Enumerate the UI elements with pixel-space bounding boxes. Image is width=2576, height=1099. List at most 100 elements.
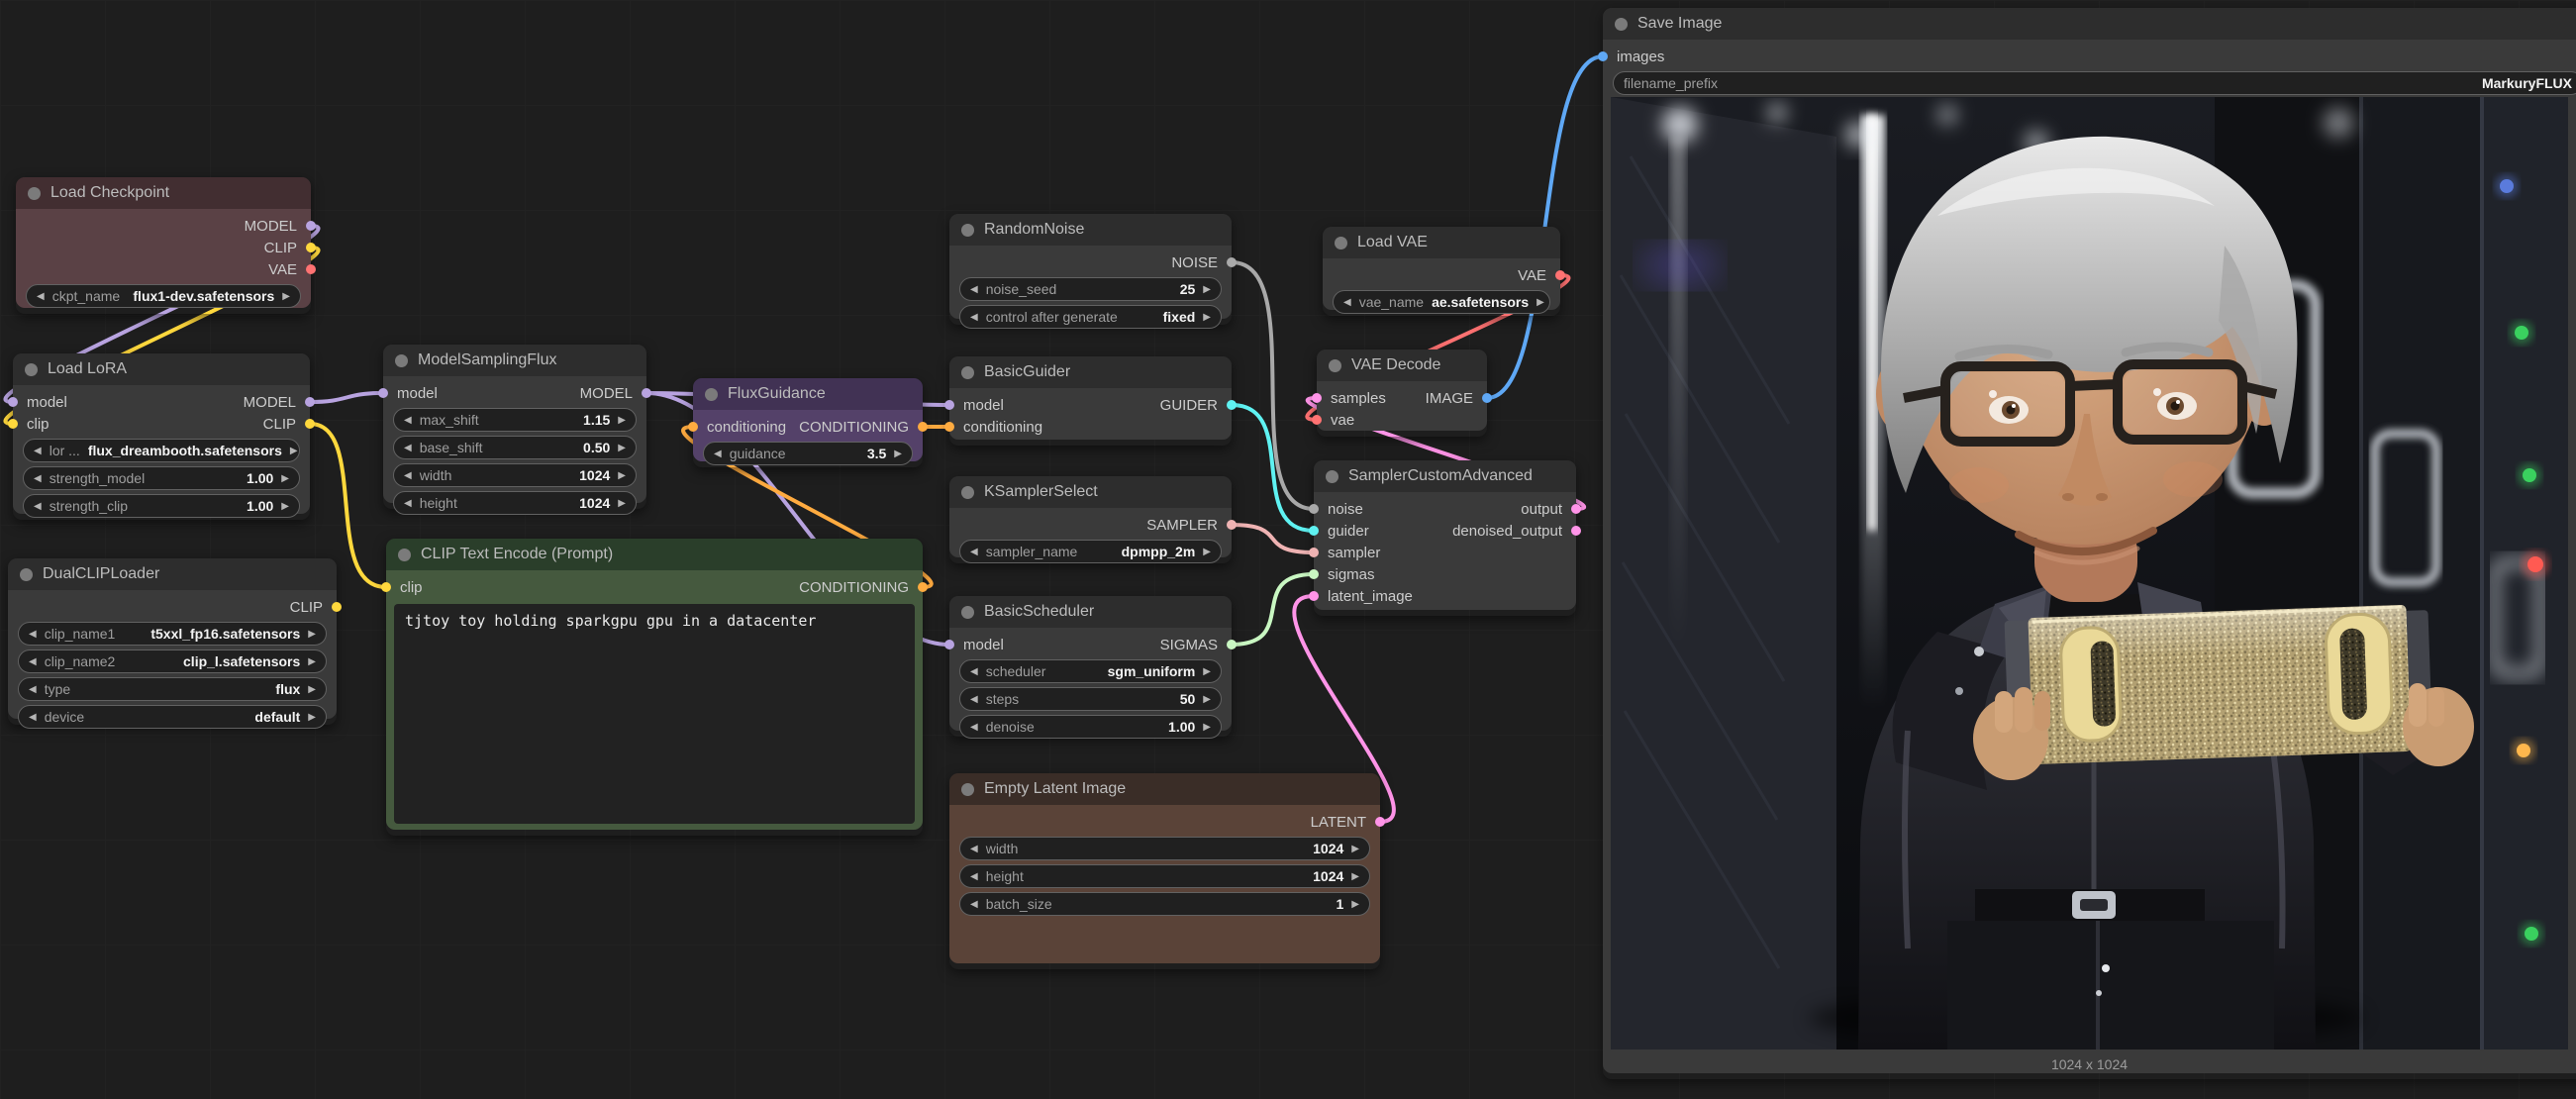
model-port-dot[interactable]: [944, 640, 954, 649]
node-load-checkpoint[interactable]: Load Checkpoint MODEL CLIP VAE ◀ckpt_nam…: [16, 177, 311, 314]
widget-width[interactable]: ◀width1024▶: [393, 463, 637, 487]
right-arrow-icon[interactable]: ▶: [1536, 297, 1544, 308]
widget-strength-clip[interactable]: ◀strength_clip1.00▶: [23, 494, 300, 518]
vae-port-dot[interactable]: [306, 264, 316, 274]
image-port-dot[interactable]: [1598, 51, 1608, 61]
node-graph-canvas[interactable]: Load Checkpoint MODEL CLIP VAE ◀ckpt_nam…: [0, 0, 2576, 1099]
left-arrow-icon[interactable]: ◀: [714, 449, 722, 459]
conditioning-port-dot[interactable]: [918, 422, 928, 432]
input-port-clip[interactable]: clip: [13, 416, 50, 433]
node-basic-scheduler[interactable]: BasicScheduler model SIGMAS ◀schedulersg…: [949, 596, 1232, 737]
right-arrow-icon[interactable]: ▶: [1203, 312, 1211, 323]
right-arrow-icon[interactable]: ▶: [1203, 284, 1211, 295]
node-basic-guider[interactable]: BasicGuider model GUIDER conditioning: [949, 356, 1232, 446]
input-port-vae[interactable]: vae: [1317, 412, 1354, 429]
input-port-conditioning[interactable]: conditioning: [949, 419, 1042, 436]
right-arrow-icon[interactable]: ▶: [1203, 694, 1211, 705]
widget-guidance[interactable]: ◀guidance3.5▶: [703, 442, 913, 465]
node-empty-latent-image[interactable]: Empty Latent Image LATENT ◀width1024▶ ◀h…: [949, 773, 1380, 969]
widget-height[interactable]: ◀height1024▶: [393, 491, 637, 515]
input-port-model[interactable]: model: [13, 394, 67, 411]
collapse-dot-icon[interactable]: [1326, 470, 1338, 483]
output-port-model[interactable]: MODEL: [244, 394, 310, 411]
widget-base-shift[interactable]: ◀base_shift0.50▶: [393, 436, 637, 459]
collapse-dot-icon[interactable]: [28, 187, 41, 200]
output-port-conditioning[interactable]: CONDITIONING: [799, 419, 923, 436]
noise-port-dot[interactable]: [1309, 504, 1319, 514]
node-vae-decode[interactable]: VAE Decode samples IMAGE vae: [1317, 350, 1487, 437]
node-dual-clip-loader[interactable]: DualCLIPLoader CLIP ◀clip_name1t5xxl_fp1…: [8, 558, 337, 725]
left-arrow-icon[interactable]: ◀: [404, 415, 412, 426]
vae-port-dot[interactable]: [1312, 415, 1322, 425]
clip-port-dot[interactable]: [8, 419, 18, 429]
left-arrow-icon[interactable]: ◀: [34, 446, 42, 456]
node-flux-guidance[interactable]: FluxGuidance conditioning CONDITIONING ◀…: [693, 378, 923, 467]
node-title-bar[interactable]: Save Image: [1603, 8, 2576, 40]
node-clip-text-encode[interactable]: CLIP Text Encode (Prompt) clip CONDITION…: [386, 539, 923, 836]
output-port-model[interactable]: MODEL: [245, 218, 311, 235]
left-arrow-icon[interactable]: ◀: [970, 547, 978, 557]
output-port-model[interactable]: MODEL: [580, 385, 646, 402]
noise-port-dot[interactable]: [1227, 257, 1237, 267]
right-arrow-icon[interactable]: ▶: [894, 449, 902, 459]
collapse-dot-icon[interactable]: [961, 606, 974, 619]
input-port-model[interactable]: model: [383, 385, 438, 402]
prompt-textarea[interactable]: tjtoy toy holding sparkgpu gpu in a data…: [394, 604, 915, 824]
collapse-dot-icon[interactable]: [395, 354, 408, 367]
latent-port-dot[interactable]: [1375, 817, 1385, 827]
conditioning-port-dot[interactable]: [918, 582, 928, 592]
input-port-model[interactable]: model: [949, 397, 1004, 414]
left-arrow-icon[interactable]: ◀: [29, 629, 37, 640]
node-title-bar[interactable]: VAE Decode: [1317, 350, 1487, 381]
node-title-bar[interactable]: Load VAE: [1323, 227, 1560, 258]
right-arrow-icon[interactable]: ▶: [1203, 722, 1211, 733]
collapse-dot-icon[interactable]: [1615, 18, 1628, 31]
right-arrow-icon[interactable]: ▶: [618, 443, 626, 453]
model-port-dot[interactable]: [306, 221, 316, 231]
node-load-lora[interactable]: Load LoRA model MODEL clip CLIP ◀lor ...…: [13, 353, 310, 520]
node-title-bar[interactable]: BasicGuider: [949, 356, 1232, 388]
clip-port-dot[interactable]: [381, 582, 391, 592]
right-arrow-icon[interactable]: ▶: [618, 415, 626, 426]
widget-denoise[interactable]: ◀denoise1.00▶: [959, 715, 1222, 739]
model-port-dot[interactable]: [378, 388, 388, 398]
left-arrow-icon[interactable]: ◀: [404, 470, 412, 481]
output-port-sampler[interactable]: SAMPLER: [1146, 517, 1232, 534]
node-sampler-custom-advanced[interactable]: SamplerCustomAdvanced noise output guide…: [1314, 460, 1576, 616]
left-arrow-icon[interactable]: ◀: [1343, 297, 1351, 308]
collapse-dot-icon[interactable]: [961, 783, 974, 796]
widget-noise-seed[interactable]: ◀noise_seed25▶: [959, 277, 1222, 301]
output-port-noise[interactable]: NOISE: [1171, 254, 1232, 271]
input-port-model[interactable]: model: [949, 637, 1004, 653]
left-arrow-icon[interactable]: ◀: [970, 722, 978, 733]
output-port-output[interactable]: output: [1521, 501, 1576, 518]
output-port-image[interactable]: IMAGE: [1426, 390, 1487, 407]
node-title-bar[interactable]: FluxGuidance: [693, 378, 923, 410]
widget-clip-name1[interactable]: ◀clip_name1t5xxl_fp16.safetensors▶: [18, 622, 327, 646]
left-arrow-icon[interactable]: ◀: [37, 291, 45, 302]
right-arrow-icon[interactable]: ▶: [282, 291, 290, 302]
right-arrow-icon[interactable]: ▶: [1203, 666, 1211, 677]
left-arrow-icon[interactable]: ◀: [404, 443, 412, 453]
input-port-sigmas[interactable]: sigmas: [1314, 566, 1375, 583]
right-arrow-icon[interactable]: ▶: [1351, 871, 1359, 882]
right-arrow-icon[interactable]: ▶: [308, 684, 316, 695]
collapse-dot-icon[interactable]: [20, 568, 33, 581]
left-arrow-icon[interactable]: ◀: [970, 284, 978, 295]
collapse-dot-icon[interactable]: [705, 388, 718, 401]
node-title-bar[interactable]: ModelSamplingFlux: [383, 345, 646, 376]
guider-port-dot[interactable]: [1309, 526, 1319, 536]
input-port-latent-image[interactable]: latent_image: [1314, 588, 1413, 605]
node-title-bar[interactable]: Load LoRA: [13, 353, 310, 385]
widget-lora-name[interactable]: ◀lor ...flux_dreambooth.safetensors▶: [23, 439, 300, 462]
sampler-port-dot[interactable]: [1309, 548, 1319, 557]
conditioning-port-dot[interactable]: [688, 422, 698, 432]
collapse-dot-icon[interactable]: [398, 549, 411, 561]
left-arrow-icon[interactable]: ◀: [970, 666, 978, 677]
clip-port-dot[interactable]: [306, 243, 316, 252]
output-port-vae[interactable]: VAE: [268, 261, 311, 278]
input-port-guider[interactable]: guider: [1314, 523, 1369, 540]
clip-port-dot[interactable]: [305, 419, 315, 429]
left-arrow-icon[interactable]: ◀: [29, 712, 37, 723]
widget-sampler-name[interactable]: ◀sampler_namedpmpp_2m▶: [959, 540, 1222, 563]
